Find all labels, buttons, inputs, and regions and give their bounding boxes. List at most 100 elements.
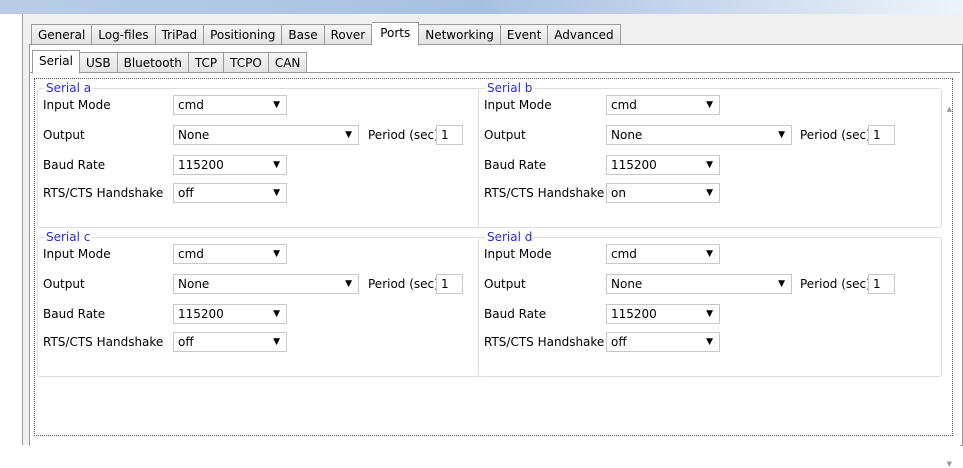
period-label: Period (sec): [368,128,443,142]
period-label: Period (sec): [368,277,443,291]
tab-tcp[interactable]: TCP [188,52,225,74]
tab-serial[interactable]: Serial [32,50,80,74]
tab-advanced[interactable]: Advanced [548,24,621,46]
serial-b-period-input[interactable]: 1 [868,125,895,145]
handshake-label: RTS/CTS Handshake [484,186,605,200]
chevron-down-icon: ▼ [706,249,713,259]
combo-value: cmd [178,247,204,261]
tab-networking[interactable]: Networking [419,24,501,46]
scroll-up-icon[interactable]: ▲ [947,105,952,113]
combo-value: None [178,277,210,291]
serial-b-group: Serial b Input Mode cmd ▼ Output None ▼ … [478,81,942,228]
ports-panel: Serial USB Bluetooth TCP TCPO CAN ▲ ▼ Se… [29,44,963,468]
scroll-down-icon[interactable]: ▼ [947,460,952,468]
chevron-down-icon: ▼ [706,309,713,319]
combo-value: 115200 [611,158,657,172]
combo-value: None [611,277,643,291]
tab-can[interactable]: CAN [268,52,308,74]
period-value: 1 [873,277,881,291]
handshake-label: RTS/CTS Handshake [43,335,164,349]
serial-a-title: Serial a [44,81,94,95]
baud-rate-label: Baud Rate [43,307,106,321]
combo-value: off [178,186,194,200]
chevron-down-icon: ▼ [273,100,280,110]
handshake-label: RTS/CTS Handshake [484,335,605,349]
serial-a-output-select[interactable]: None ▼ [173,125,359,145]
tab-event[interactable]: Event [500,24,549,46]
chevron-down-icon: ▼ [273,249,280,259]
chevron-down-icon: ▼ [706,160,713,170]
serial-b-title: Serial b [485,81,535,95]
tab-tcpo[interactable]: TCPO [224,52,269,74]
serial-b-output-select[interactable]: None ▼ [606,125,792,145]
title-bar-strip [0,0,963,14]
serial-d-handshake-select[interactable]: off ▼ [606,332,720,352]
tab-ports[interactable]: Ports [372,22,420,46]
serial-c-title: Serial c [44,230,93,244]
combo-value: off [611,335,627,349]
main-tab-bar: General Log-files TriPad Positioning Bas… [31,22,621,46]
tab-rover[interactable]: Rover [324,24,373,46]
output-label: Output [484,277,526,291]
serial-d-title: Serial d [485,230,535,244]
serial-d-input-mode-select[interactable]: cmd ▼ [606,244,720,264]
tab-log-files[interactable]: Log-files [92,24,156,46]
serial-b-input-mode-select[interactable]: cmd ▼ [606,95,720,115]
combo-value: None [178,128,210,142]
serial-d-output-select[interactable]: None ▼ [606,274,792,294]
chevron-down-icon: ▼ [345,279,352,289]
chevron-down-icon: ▼ [273,309,280,319]
combo-value: cmd [611,247,637,261]
input-mode-label: Input Mode [484,247,552,261]
serial-a-baud-rate-select[interactable]: 115200 ▼ [173,155,287,175]
period-label: Period (sec): [800,277,875,291]
serial-d-group: Serial d Input Mode cmd ▼ Output None ▼ … [478,230,942,377]
input-mode-label: Input Mode [43,247,111,261]
tab-tripad[interactable]: TriPad [155,24,205,46]
combo-value: on [611,186,626,200]
ports-sub-tab-bar: Serial USB Bluetooth TCP TCPO CAN [32,50,308,74]
serial-c-input-mode-select[interactable]: cmd ▼ [173,244,287,264]
tab-bluetooth[interactable]: Bluetooth [117,52,189,74]
chevron-down-icon: ▼ [273,337,280,347]
baud-rate-label: Baud Rate [43,158,106,172]
tab-usb[interactable]: USB [79,52,118,74]
period-value: 1 [441,128,449,142]
combo-value: 115200 [611,307,657,321]
chevron-down-icon: ▼ [273,160,280,170]
combo-value: 115200 [178,158,224,172]
combo-value: cmd [178,98,204,112]
settings-window: General Log-files TriPad Positioning Bas… [22,14,963,468]
serial-c-baud-rate-select[interactable]: 115200 ▼ [173,304,287,324]
output-label: Output [484,128,526,142]
serial-c-handshake-select[interactable]: off ▼ [173,332,287,352]
chevron-down-icon: ▼ [706,337,713,347]
chevron-down-icon: ▼ [778,130,785,140]
combo-value: None [611,128,643,142]
tab-base[interactable]: Base [282,24,325,46]
serial-d-baud-rate-select[interactable]: 115200 ▼ [606,304,720,324]
chevron-down-icon: ▼ [706,188,713,198]
serial-c-output-select[interactable]: None ▼ [173,274,359,294]
baud-rate-label: Baud Rate [484,158,547,172]
period-value: 1 [441,277,449,291]
period-value: 1 [873,128,881,142]
baud-rate-label: Baud Rate [484,307,547,321]
serial-a-input-mode-select[interactable]: cmd ▼ [173,95,287,115]
tab-positioning[interactable]: Positioning [204,24,283,46]
serial-c-group: Serial c Input Mode cmd ▼ Output None ▼ … [37,230,481,377]
serial-d-period-input[interactable]: 1 [868,274,895,294]
serial-b-baud-rate-select[interactable]: 115200 ▼ [606,155,720,175]
period-label: Period (sec): [800,128,875,142]
serial-panel: ▲ ▼ Serial a Input Mode cmd ▼ Output Non… [30,72,960,468]
serial-a-handshake-select[interactable]: off ▼ [173,183,287,203]
chevron-down-icon: ▼ [273,188,280,198]
input-mode-label: Input Mode [484,98,552,112]
serial-b-handshake-select[interactable]: on ▼ [606,183,720,203]
output-label: Output [43,277,85,291]
chevron-down-icon: ▼ [706,100,713,110]
serial-c-period-input[interactable]: 1 [436,274,463,294]
serial-a-period-input[interactable]: 1 [436,125,463,145]
tab-general[interactable]: General [31,24,93,46]
chevron-down-icon: ▼ [778,279,785,289]
